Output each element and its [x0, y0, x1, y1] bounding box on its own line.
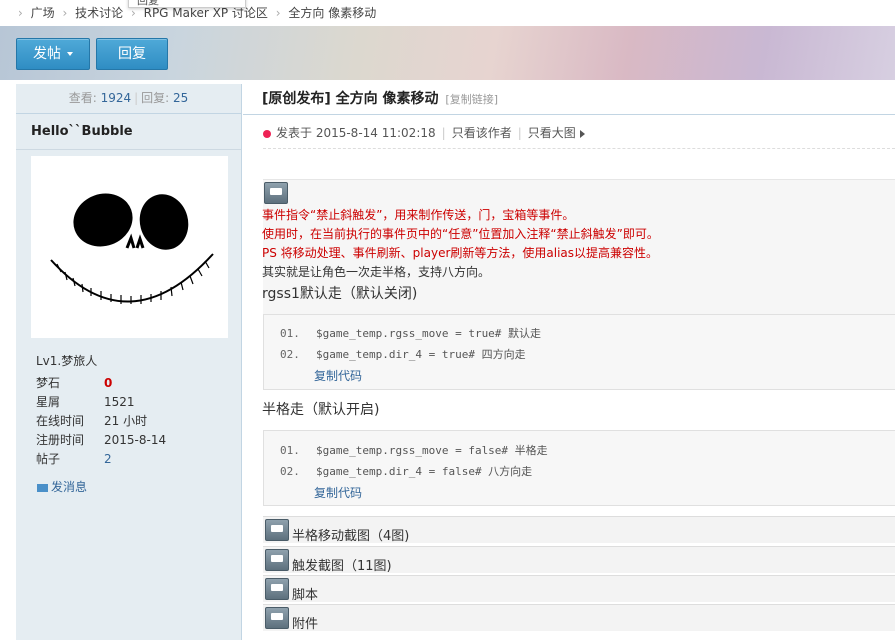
post-red-line-3: PS 将移动处理、事件刷新、player刷新等方法，使用alias以提高兼容性。	[262, 246, 659, 260]
author-username[interactable]: Hello``Bubble	[16, 114, 241, 150]
breadcrumb-subforum-link[interactable]: RPG Maker XP 讨论区	[144, 6, 268, 20]
author-sidebar: 查看: 1924 | 回复: 25 Hello``Bubble Lv1.梦旅人 …	[16, 84, 242, 640]
spoiler-screenshots[interactable]: 半格移动截图（4图)	[263, 516, 895, 544]
spoiler-script[interactable]: 脚本	[263, 575, 895, 603]
comment-icon	[265, 607, 289, 629]
post-meta: 发表于 2015-8-14 11:02:18 | 只看该作者 | 只看大图	[263, 124, 585, 142]
only-author-link[interactable]: 只看该作者	[452, 126, 512, 140]
copy-link[interactable]: [复制链接]	[445, 93, 498, 106]
replies-label: 回复:	[141, 91, 170, 105]
spoiler-label: 半格移动截图（4图)	[292, 529, 410, 544]
code-line: 01. $game_temp.rgss_move = true# 默认走	[264, 323, 895, 344]
meta-divider-line	[263, 148, 895, 149]
skull-face-icon	[50, 193, 214, 304]
breadcrumb-separator: ›	[62, 6, 68, 20]
info-key: 帖子	[36, 452, 61, 466]
info-row-online-time: 在线时间 21 小时	[36, 412, 166, 431]
chevron-down-icon	[67, 52, 73, 56]
comment-icon	[265, 578, 289, 600]
info-value: 1521	[104, 395, 135, 409]
line-number: 02.	[280, 348, 300, 361]
code-block-1: 01. $game_temp.rgss_move = true# 默认走 02. $…	[263, 314, 895, 390]
spoiler-label: 附件	[292, 617, 319, 632]
code-text: $game_temp.dir_4 = true# 四方向走	[316, 348, 526, 361]
thread-title-text: [原创发布] 全方向 像素移动	[262, 91, 439, 107]
comment-icon	[265, 549, 289, 571]
spoiler-trigger-screenshots[interactable]: 触发截图（11图)	[263, 546, 895, 574]
info-row-register-time: 注册时间 2015-8-14	[36, 431, 166, 450]
info-row-posts: 帖子 2	[36, 450, 166, 469]
post-red-line-2: 使用时，在当前执行的事件页中的“任意”位置加入注释“禁止斜触发”即可。	[262, 227, 659, 241]
avatar[interactable]	[31, 156, 228, 338]
section-heading-half-step: 半格走（默认开启)	[262, 402, 380, 418]
spoiler-label: 脚本	[292, 588, 319, 603]
info-key: 注册时间	[36, 433, 85, 447]
info-row-stardust: 星屑 1521	[36, 393, 166, 412]
info-key: 星屑	[36, 395, 61, 409]
meta-divider: |	[441, 126, 446, 140]
code-text: $game_temp.rgss_move = true# 默认走	[316, 327, 542, 340]
copy-code-button[interactable]: 复制代码	[314, 484, 362, 501]
views-count: 1924	[100, 91, 132, 105]
post-red-line-1: 事件指令“禁止斜触发”，用来制作传送，门，宝箱等事件。	[262, 208, 575, 222]
breadcrumb-home-link[interactable]: 广场	[31, 6, 55, 20]
new-post-button[interactable]: 发帖	[16, 38, 90, 70]
title-divider	[243, 114, 895, 115]
breadcrumb-separator: ›	[130, 6, 136, 20]
breadcrumb-separator: ›	[18, 6, 23, 20]
line-number: 01.	[280, 327, 300, 340]
user-info: 梦石 0 星屑 1521 在线时间 21 小时 注册时间 2015-8-14 帖子 2	[36, 374, 166, 469]
section-heading-rgss1: rgss1默认走（默认关闭)	[262, 286, 418, 302]
spoiler-label: 触发截图（11图)	[292, 559, 392, 574]
only-big-image-link[interactable]: 只看大图	[528, 126, 576, 140]
info-row-gems: 梦石 0	[36, 374, 166, 393]
comment-icon	[265, 519, 289, 541]
line-number: 01.	[280, 444, 300, 457]
posts-count-link[interactable]: 2	[104, 452, 112, 466]
reply-dropdown-popup[interactable]: 回复	[128, 0, 246, 8]
info-value: 2015-8-14	[104, 433, 167, 447]
info-value: 21 小时	[104, 414, 148, 428]
info-key: 梦石	[36, 376, 61, 390]
info-key: 在线时间	[36, 414, 85, 428]
code-block-2: 01. $game_temp.rgss_move = false# 半格走 02.…	[263, 430, 895, 506]
code-line: 02. $game_temp.dir_4 = false# 八方向走	[264, 461, 895, 482]
thread-stats: 查看: 1924 | 回复: 25	[16, 84, 241, 114]
post-date: 发表于 2015-8-14 11:02:18	[276, 126, 436, 140]
info-value: 0	[104, 376, 113, 390]
code-text: $game_temp.rgss_move = false# 半格走	[316, 444, 548, 457]
line-number: 02.	[280, 465, 300, 478]
meta-divider: |	[517, 126, 522, 140]
spoiler-attachments[interactable]: 附件	[263, 604, 895, 632]
send-message-link[interactable]: 发消息	[37, 478, 87, 495]
code-line: 02. $game_temp.dir_4 = true# 四方向走	[264, 344, 895, 365]
replies-count: 25	[173, 91, 189, 105]
stats-divider: |	[134, 91, 139, 105]
envelope-icon	[37, 483, 48, 492]
comment-icon	[264, 182, 288, 204]
chevron-right-icon	[579, 129, 585, 138]
online-status-icon	[263, 129, 271, 138]
breadcrumb-forum-link[interactable]: 技术讨论	[75, 6, 123, 20]
breadcrumb-separator: ›	[275, 6, 281, 20]
breadcrumb: › 广场 › 技术讨论 › RPG Maker XP 讨论区 › 全方向 像素移…	[0, 0, 895, 26]
code-text: $game_temp.dir_4 = false# 八方向走	[316, 465, 533, 478]
views-label: 查看:	[68, 91, 97, 105]
breadcrumb-current: 全方向 像素移动	[288, 6, 377, 20]
copy-code-button[interactable]: 复制代码	[314, 367, 362, 384]
user-level: Lv1.梦旅人	[36, 354, 98, 368]
code-line: 01. $game_temp.rgss_move = false# 半格走	[264, 440, 895, 461]
reply-button[interactable]: 回复	[96, 38, 168, 70]
post-text-line: 其实就是让角色一次走半格，支持八方向。	[262, 265, 491, 279]
send-message-label: 发消息	[51, 480, 88, 494]
post-main: [原创发布] 全方向 像素移动 [复制链接] 发表于 2015-8-14 11:…	[243, 84, 895, 640]
thread-title: [原创发布] 全方向 像素移动 [复制链接]	[262, 88, 498, 111]
new-post-label: 发帖	[33, 46, 61, 62]
